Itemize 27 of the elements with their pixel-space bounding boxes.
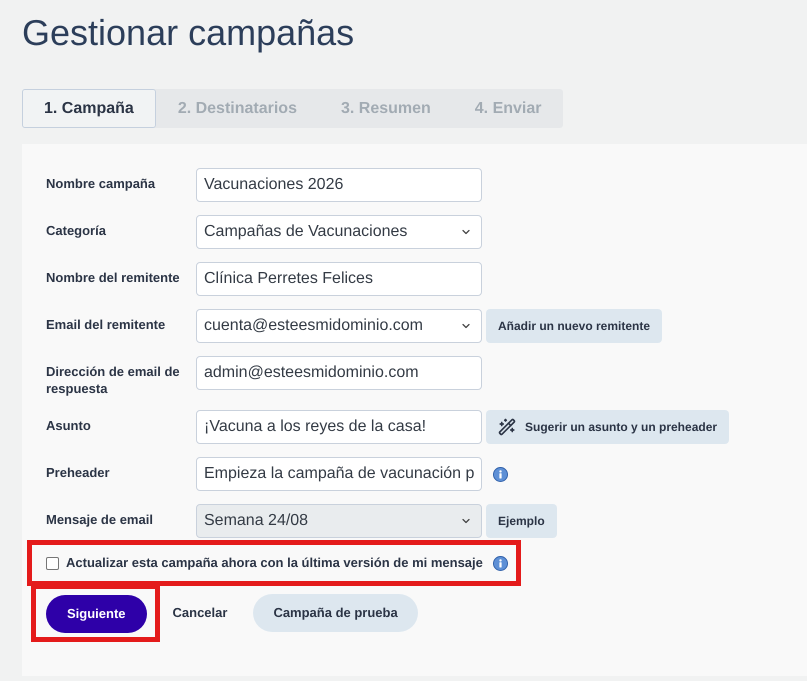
field-label: Mensaje de email	[46, 511, 154, 528]
magic-wand-icon	[498, 418, 516, 436]
field-label: Email del remitente	[46, 316, 166, 333]
select-field[interactable]: cuenta@esteesmidominio.com	[196, 309, 482, 343]
select-field[interactable]: Campañas de Vacunaciones	[196, 215, 482, 249]
field-label: Nombre del remitente	[46, 269, 181, 286]
field-label: Dirección de email de respuesta	[46, 363, 181, 397]
field-label: Categoría	[46, 222, 107, 239]
text-field[interactable]: Clínica Perretes Felices	[196, 262, 482, 296]
field-label: Nombre campaña	[46, 175, 156, 192]
checkbox-label[interactable]: Actualizar esta campaña ahora con la última versión de mi mensaje	[66, 553, 483, 573]
text-field[interactable]: Empieza la campaña de vacunación p	[196, 457, 482, 491]
text-button[interactable]: Cancelar	[160, 594, 240, 632]
field-label: Preheader	[46, 464, 111, 481]
secondary-button[interactable]: Campaña de prueba	[253, 594, 418, 632]
suggest-button[interactable]: Sugerir un asunto y un preheader	[486, 410, 730, 444]
text-field[interactable]: Vacunaciones 2026	[196, 168, 482, 202]
text-field[interactable]: ¡Vacuna a los reyes de la casa!	[196, 410, 482, 444]
field-label: Asunto	[46, 417, 92, 434]
checkbox[interactable]	[46, 556, 59, 570]
text-field[interactable]: admin@esteesmidominio.com	[196, 356, 482, 390]
page-title: Gestionar campañas	[22, 13, 356, 53]
info-icon[interactable]	[493, 466, 508, 482]
field-button[interactable]: Añadir un nuevo remitente	[486, 309, 662, 343]
info-icon[interactable]	[492, 556, 508, 570]
step-tab[interactable]: 1. Campaña	[22, 89, 156, 128]
primary-button[interactable]: Siguiente	[46, 595, 147, 633]
